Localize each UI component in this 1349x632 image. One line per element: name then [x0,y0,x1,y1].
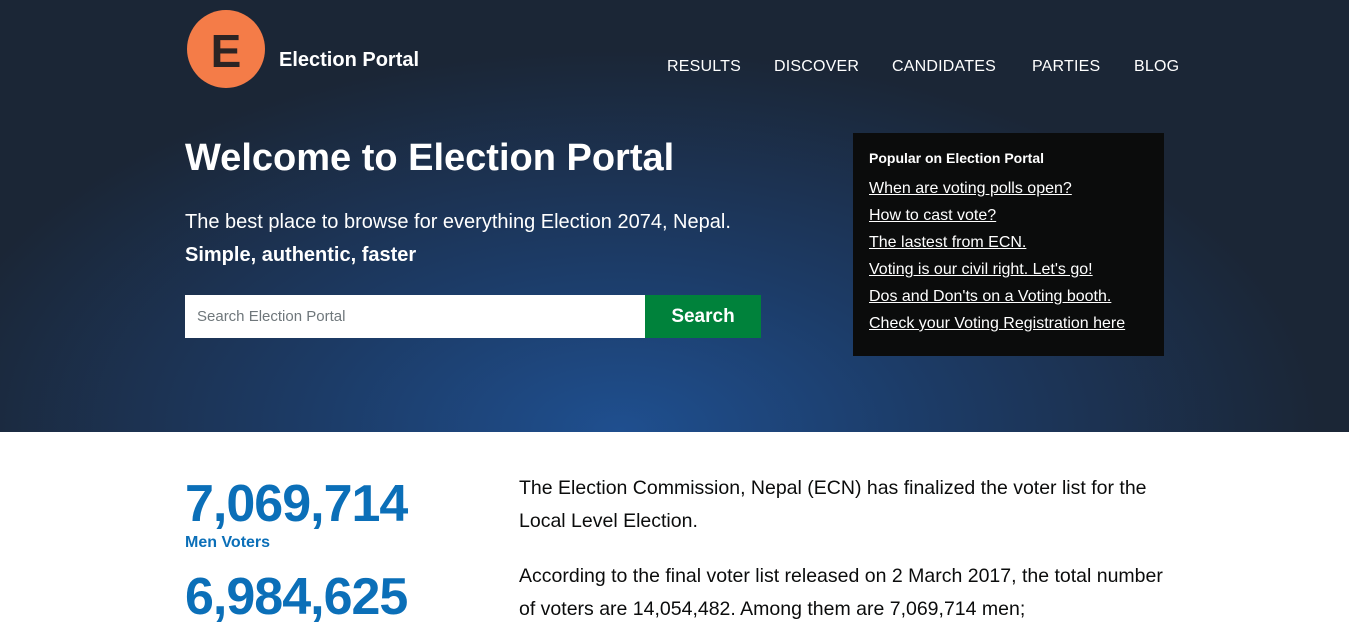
popular-link-latest-ecn[interactable]: The lastest from ECN. [869,229,1164,256]
election-portal-logo[interactable]: E [187,10,265,88]
nav-parties[interactable]: PARTIES [1032,58,1100,76]
voter-stats-section: 7,069,714 Men Voters 6,984,625 The Elect… [0,432,1349,632]
hero-slogan: Simple, authentic, faster [185,244,417,266]
brand-name[interactable]: Election Portal [279,49,419,72]
nav-discover[interactable]: DISCOVER [774,58,859,76]
intro-paragraph: The Election Commission, Nepal (ECN) has… [519,477,1147,532]
popular-link-civil-right[interactable]: Voting is our civil right. Let's go! [869,256,1164,283]
women-voters-count: 6,984,625 [185,568,408,626]
nav-blog[interactable]: BLOG [1134,58,1179,76]
popular-links-panel: Popular on Election Portal When are voti… [853,133,1164,356]
search-button[interactable]: Search [645,295,761,338]
logo-letter: E [210,25,242,77]
hero-tagline: The best place to browse for everything … [185,211,731,233]
nav-results[interactable]: RESULTS [667,58,741,76]
nav-candidates[interactable]: CANDIDATES [892,58,996,76]
popular-link-registration[interactable]: Check your Voting Registration here [869,310,1164,337]
men-voters-label: Men Voters [185,534,271,551]
popular-link-cast-vote[interactable]: How to cast vote? [869,202,1164,229]
men-voters-count: 7,069,714 [185,475,408,533]
popular-link-dos-donts[interactable]: Dos and Don'ts on a Voting booth. [869,283,1164,310]
hero-banner: E Election Portal RESULTS DISCOVER CANDI… [0,0,1349,432]
page-title: Welcome to Election Portal [185,137,675,179]
popular-heading: Popular on Election Portal [869,150,1045,166]
search-input[interactable] [185,295,645,338]
popular-link-polls-open[interactable]: When are voting polls open? [869,175,1164,202]
voter-list-paragraph: According to the final voter list releas… [519,565,1163,620]
